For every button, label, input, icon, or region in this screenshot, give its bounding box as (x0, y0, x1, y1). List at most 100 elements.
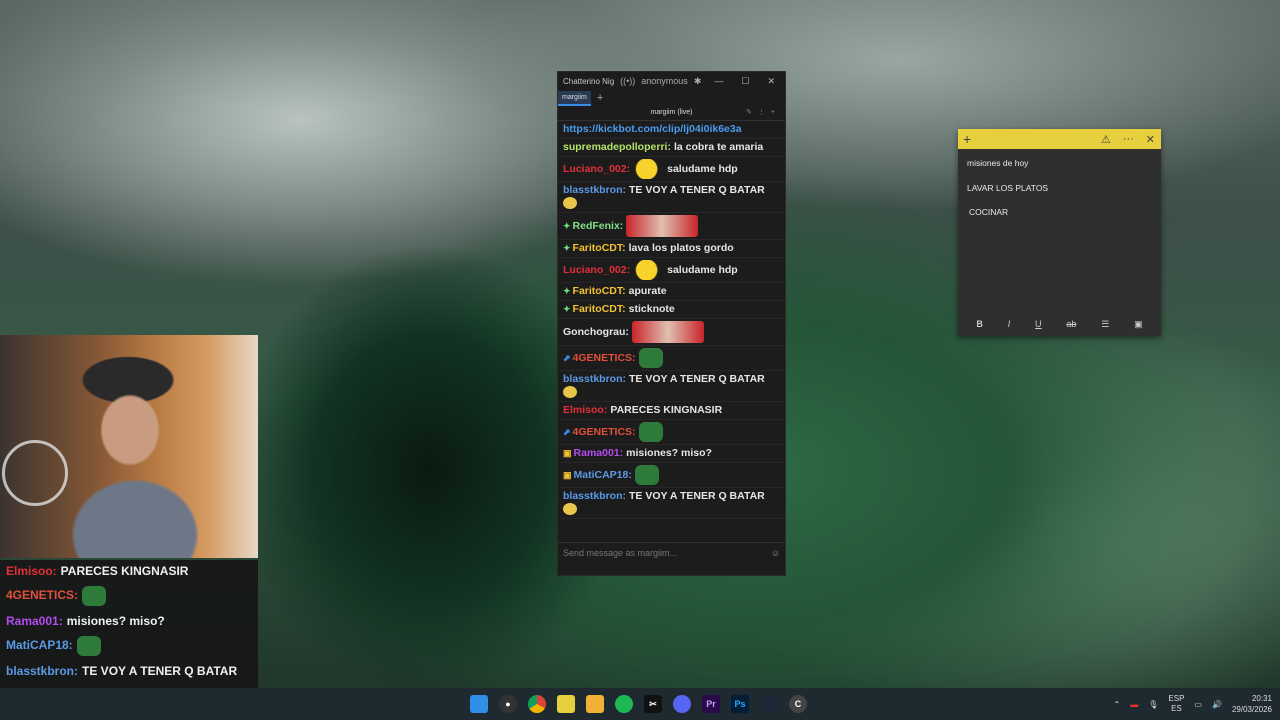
bold-icon[interactable]: B (976, 319, 983, 330)
volume-icon[interactable]: 🔊 (1212, 700, 1222, 709)
obs-icon[interactable]: ● (499, 695, 517, 713)
chat-username[interactable]: FaritoCDT: (573, 242, 626, 254)
language-indicator[interactable]: ESP ES (1168, 694, 1184, 714)
underline-icon[interactable]: U (1035, 319, 1042, 330)
message-list[interactable]: https://kickbot.com/clip/lj04i0ik6e3a sup… (558, 121, 785, 542)
capcut-icon[interactable]: ✂ (644, 695, 662, 713)
chat-username[interactable]: Elmisoo: (563, 404, 607, 416)
sticky-note[interactable]: + ⚠ ··· ✕ misiones de hoy LAVAR LOS PLAT… (958, 129, 1161, 336)
time: 20:31 (1251, 694, 1272, 703)
overlay-username: blasstkbron: (6, 664, 79, 678)
red-emote-icon (626, 215, 699, 237)
chat-text: PARECES KINGNASIR (610, 404, 723, 416)
chat-text: TE VOY A TENER Q BATAR (629, 373, 765, 385)
italic-icon[interactable]: I (1008, 319, 1011, 330)
chat-username[interactable]: Gonchograu: (563, 326, 629, 338)
warning-icon[interactable]: ⚠ (1101, 133, 1111, 146)
tray-overflow-icon[interactable]: ⌃ (1114, 700, 1121, 709)
add-tab-icon[interactable]: + (597, 92, 603, 104)
chat-username[interactable]: supremadepolloperri: (563, 141, 671, 153)
chat-username[interactable]: Luciano_002: (563, 163, 630, 175)
chrome-icon[interactable] (528, 695, 546, 713)
chat-username[interactable]: RedFenix: (573, 220, 624, 232)
chat-message: Elmisoo: PARECES KINGNASIR (558, 402, 785, 420)
chat-message: Luciano_002: saludame hdp (558, 157, 785, 182)
frog-emote-icon (82, 586, 107, 606)
user-label[interactable]: anonymous (641, 76, 688, 86)
chat-message: ⬈ 4GENETICS: (558, 346, 785, 371)
chat-username[interactable]: Rama001: (574, 447, 624, 459)
badge-icon: ⬈ (563, 426, 571, 437)
new-note-icon[interactable]: + (963, 131, 971, 147)
badge-icon: ⬈ (563, 352, 571, 363)
close-icon[interactable]: ✕ (767, 76, 775, 87)
list-icon[interactable]: ☰ (1101, 319, 1109, 330)
live-icon: ((•)) (620, 76, 636, 86)
chat-username[interactable]: FaritoCDT: (573, 285, 626, 297)
chat-message: ▣ MatiCAP18: (558, 463, 785, 488)
overlay-message: blasstkbron: TE VOY A TENER Q BATAR (0, 660, 258, 682)
sticky-note-titlebar: + ⚠ ··· ✕ (958, 129, 1161, 149)
system-tray: ⌃ ▬ 🎙 ESP ES ▭ 🔊 20:31 29/03/2026 (1114, 693, 1272, 715)
clock[interactable]: 20:31 29/03/2026 (1232, 693, 1272, 715)
chat-message: ⬈ 4GENETICS: (558, 420, 785, 445)
photoshop-icon[interactable]: Ps (731, 695, 749, 713)
maximize-icon[interactable]: ☐ (741, 76, 749, 87)
note-line: misiones de hoy (967, 158, 1029, 168)
chat-message: https://kickbot.com/clip/lj04i0ik6e3a (558, 121, 785, 139)
emote-picker-icon[interactable]: ☺ (771, 543, 780, 563)
chat-link[interactable]: https://kickbot.com/clip/lj04i0ik6e3a (563, 123, 742, 135)
message-input[interactable]: Send message as margiim... ☺ (558, 542, 785, 563)
start-icon[interactable] (470, 695, 488, 713)
network-icon[interactable]: ▭ (1194, 700, 1202, 709)
chat-username[interactable]: blasstkbron: (563, 490, 626, 502)
chat-username[interactable]: FaritoCDT: (573, 303, 626, 315)
message-placeholder: Send message as margiim... (563, 548, 678, 558)
overlay-text: PARECES KINGNASIR (60, 564, 189, 578)
tab-margiim[interactable]: margiim (558, 90, 591, 106)
chat-username[interactable]: Luciano_002: (563, 264, 630, 276)
red-emote-icon (631, 321, 704, 343)
channel-actions-icon[interactable]: ✎⋮+ (746, 106, 781, 120)
language-code: ESP (1168, 694, 1185, 703)
spotify-icon[interactable] (615, 695, 633, 713)
settings-icon[interactable]: ✱ (694, 76, 702, 87)
chat-text: saludame hdp (667, 263, 738, 276)
steam-icon[interactable] (760, 695, 778, 713)
chat-username[interactable]: blasstkbron: (563, 184, 626, 196)
chat-text: lava los platos gordo (628, 242, 734, 254)
flag-icon[interactable]: ▬ (1130, 700, 1138, 709)
taskbar: ● ✂ Pr Ps C ⌃ ▬ 🎙 ESP ES ▭ 🔊 20:31 29/03… (0, 688, 1280, 720)
chat-username[interactable]: blasstkbron: (563, 373, 626, 385)
sticky-notes-icon[interactable] (557, 695, 575, 713)
note-line: LAVAR LOS PLATOS (967, 182, 1049, 193)
chatterino-icon[interactable]: C (789, 695, 807, 713)
discord-icon[interactable] (673, 695, 691, 713)
image-icon[interactable]: ▣ (1134, 319, 1143, 330)
frog-emote-icon (634, 465, 659, 485)
overlay-text: misiones? miso? (66, 614, 165, 628)
note-body[interactable]: misiones de hoy LAVAR LOS PLATOS COCINAR (958, 149, 1161, 239)
microphone-icon[interactable]: 🎙 (1148, 700, 1158, 709)
face-emote-icon (563, 386, 577, 399)
chat-message: blasstkbron: TE VOY A TENER Q BATAR (558, 488, 785, 519)
overlay-username: Rama001: (6, 614, 63, 628)
chat-text: sticknote (628, 303, 675, 315)
chat-username[interactable]: MatiCAP18: (574, 469, 632, 481)
menu-icon[interactable]: ··· (1123, 133, 1134, 146)
overlay-message: 4GENETICS: (0, 582, 258, 610)
file-explorer-icon[interactable] (586, 695, 604, 713)
channel-header: margiim (live) ✎⋮+ (558, 106, 785, 121)
minimize-icon[interactable]: — (714, 76, 723, 87)
chat-message: supremadepolloperri: la cobra te amaria (558, 139, 785, 157)
close-note-icon[interactable]: ✕ (1146, 133, 1155, 146)
chat-username[interactable]: 4GENETICS: (573, 426, 636, 438)
chat-message: ✦ FaritoCDT: sticknote (558, 301, 785, 319)
premiere-icon[interactable]: Pr (702, 695, 720, 713)
wall-logo (2, 440, 68, 506)
strikethrough-icon[interactable]: ab (1066, 319, 1076, 330)
chat-username[interactable]: 4GENETICS: (573, 352, 636, 364)
chat-message: blasstkbron: TE VOY A TENER Q BATAR (558, 182, 785, 213)
channel-title: margiim (live) (650, 109, 693, 116)
chatterino-window[interactable]: Chatterino Nig ((•)) anonymous ✱ — ☐ ✕ m… (557, 71, 786, 576)
